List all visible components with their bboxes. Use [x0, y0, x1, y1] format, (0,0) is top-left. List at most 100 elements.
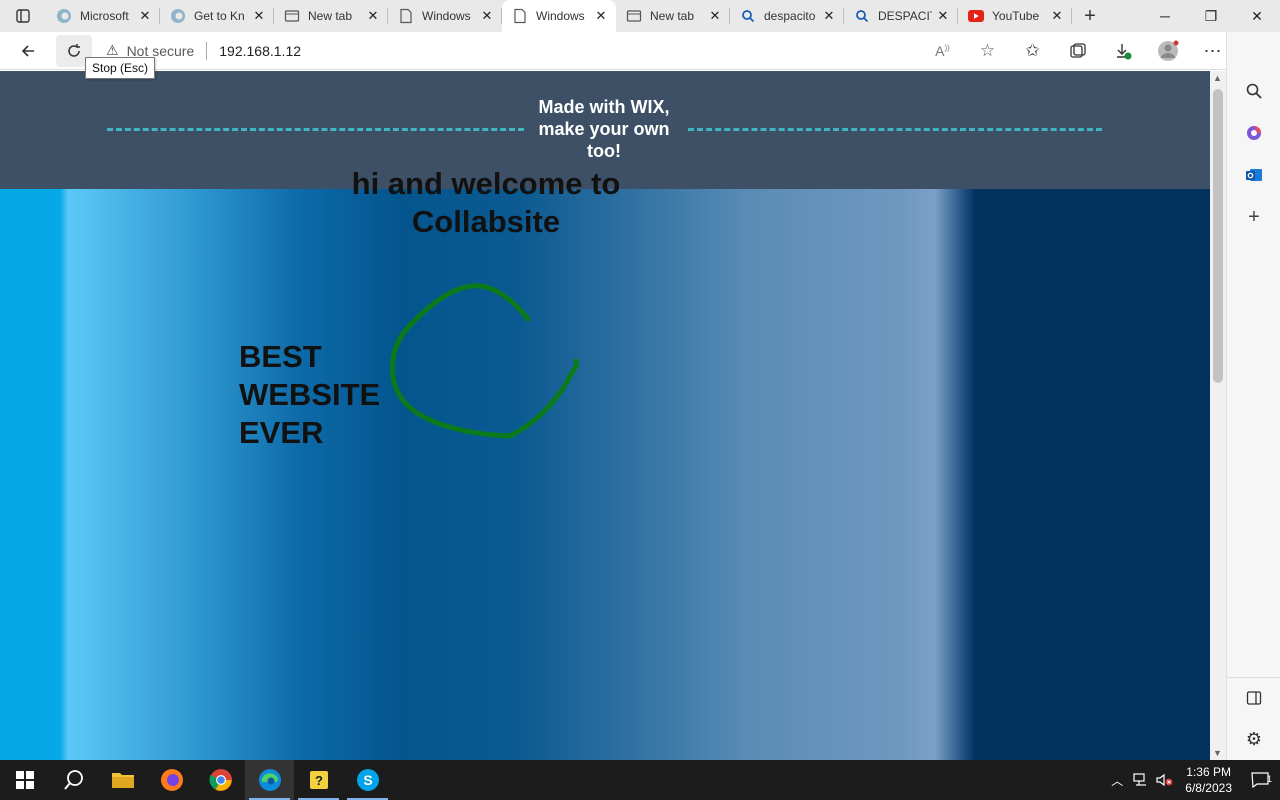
tab-title: New tab — [650, 9, 695, 23]
sidebar-hide-button[interactable] — [1227, 677, 1280, 719]
url-text[interactable]: 192.168.1.12 — [219, 43, 301, 59]
clock-date: 6/8/2023 — [1185, 781, 1232, 795]
sidebar-settings-button[interactable]: ⚙ — [1227, 718, 1280, 760]
clock[interactable]: 1:36 PM 6/8/2023 — [1185, 764, 1232, 796]
youtube-icon — [968, 8, 984, 24]
back-arrow-icon — [21, 44, 34, 57]
more-icon: ⋯ — [1203, 40, 1222, 61]
scroll-thumb[interactable] — [1213, 89, 1223, 383]
outlook-icon — [1246, 169, 1262, 181]
clock-time: 1:36 PM — [1186, 765, 1231, 779]
close-icon: ✕ — [1251, 7, 1263, 24]
read-aloud-button[interactable]: A)) — [920, 35, 965, 67]
start-button[interactable] — [0, 760, 49, 800]
restore-icon: ❐ — [1204, 7, 1218, 24]
wix-banner-text[interactable]: Made with WIX, make your own too! — [523, 96, 685, 162]
page-scrollbar[interactable]: ▲ ▼ — [1210, 71, 1226, 760]
sidebar-office-button[interactable] — [1227, 112, 1280, 154]
minimize-button[interactable]: ─ — [1142, 0, 1188, 32]
avatar-icon — [1157, 40, 1178, 61]
tab-new-tab-2[interactable]: New tab ✕ — [616, 0, 730, 32]
taskbar-tips-app[interactable]: ? — [294, 760, 343, 800]
taskbar-edge[interactable] — [245, 760, 294, 800]
restore-button[interactable]: ❐ — [1188, 0, 1234, 32]
tab-title: Windows — [536, 9, 585, 23]
notification-center-button[interactable]: 1 — [1240, 772, 1280, 788]
close-icon[interactable]: ✕ — [366, 8, 380, 23]
tagline-line: BEST — [239, 339, 322, 374]
sidebar-toggle-icon — [1246, 691, 1262, 705]
tagline-line: WEBSITE — [239, 377, 381, 412]
favorites-button[interactable]: ✩ — [1010, 35, 1055, 67]
scroll-up-icon[interactable]: ▲ — [1213, 73, 1222, 83]
page-icon — [512, 8, 528, 24]
back-button[interactable] — [10, 35, 46, 67]
system-tray: ︿ 1:36 PM 6/8/2023 1 — [1105, 760, 1280, 800]
taskbar-firefox[interactable] — [147, 760, 196, 800]
newtab-icon — [626, 8, 642, 24]
close-icon[interactable]: ✕ — [822, 8, 836, 23]
close-window-button[interactable]: ✕ — [1234, 0, 1280, 32]
close-icon[interactable]: ✕ — [708, 8, 722, 23]
sidebar-outlook-button[interactable] — [1227, 154, 1280, 196]
tab-microsoft[interactable]: Microsoft ✕ — [46, 0, 160, 32]
close-icon[interactable]: ✕ — [1050, 8, 1064, 23]
plus-icon: + — [1248, 205, 1260, 228]
download-icon — [1116, 44, 1131, 60]
tab-title: Microsoft — [80, 9, 129, 23]
firefox-icon — [160, 769, 183, 791]
close-icon[interactable]: ✕ — [480, 8, 494, 23]
network-icon[interactable] — [1129, 773, 1153, 787]
show-hidden-icons[interactable]: ︿ — [1105, 772, 1129, 789]
collections-button[interactable] — [1055, 35, 1100, 67]
edge-icon — [170, 8, 186, 24]
close-icon[interactable]: ✕ — [936, 8, 950, 23]
sidebar-add-button[interactable]: + — [1227, 196, 1280, 238]
profile-button[interactable] — [1145, 35, 1190, 67]
taskbar-file-explorer[interactable] — [98, 760, 147, 800]
close-icon[interactable]: ✕ — [594, 8, 608, 23]
scroll-down-icon[interactable]: ▼ — [1213, 748, 1222, 758]
tab-title: New tab — [308, 9, 353, 23]
tab-windows[interactable]: Windows ✕ — [388, 0, 502, 32]
tagline-line: EVER — [239, 415, 324, 450]
refresh-icon — [68, 43, 80, 57]
folder-icon — [111, 773, 134, 788]
taskbar-skype[interactable]: S — [343, 760, 392, 800]
downloads-button[interactable] — [1100, 35, 1145, 67]
divider — [206, 41, 208, 60]
edge-icon — [258, 769, 281, 791]
page-icon — [398, 8, 414, 24]
search-icon — [63, 770, 83, 790]
taskbar-chrome[interactable] — [196, 760, 245, 800]
close-icon[interactable]: ✕ — [252, 8, 266, 23]
favorites-icon: ✩ — [1025, 41, 1040, 60]
tab-get-to-know[interactable]: Get to Kn ✕ — [160, 0, 274, 32]
tab-despacito-upper[interactable]: DESPACIT ✕ — [844, 0, 958, 32]
add-favorite-button[interactable]: ☆ — [965, 35, 1010, 67]
collections-icon — [1069, 43, 1086, 58]
tab-new-tab[interactable]: New tab ✕ — [274, 0, 388, 32]
tab-actions-button[interactable] — [0, 0, 46, 32]
svg-text:S: S — [363, 772, 372, 788]
windows-taskbar: ? S ︿ 1:36 PM 6/8/2023 1 — [0, 760, 1280, 800]
tips-icon: ? — [309, 771, 328, 789]
browser-toolbar: ⚠ Not secure 192.168.1.12 A)) ☆ ✩ ⋯ — [0, 32, 1280, 70]
volume-muted-icon[interactable] — [1153, 773, 1177, 787]
tab-title: despacito — [764, 9, 816, 23]
tab-title: DESPACIT — [878, 9, 932, 23]
newtab-icon — [284, 8, 300, 24]
tab-youtube[interactable]: YouTube ✕ — [958, 0, 1072, 32]
tab-windows-active[interactable]: Windows ✕ — [502, 0, 616, 32]
tab-actions-icon — [16, 9, 30, 23]
new-tab-button[interactable]: + — [1072, 0, 1108, 32]
edge-sidebar: + ⚙ — [1226, 32, 1280, 760]
search-icon — [1246, 83, 1262, 99]
sidebar-search-button[interactable] — [1227, 70, 1280, 112]
taskbar-search-button[interactable] — [49, 760, 98, 800]
tab-despacito[interactable]: despacito ✕ — [730, 0, 844, 32]
minimize-icon: ─ — [1160, 8, 1170, 24]
close-icon[interactable]: ✕ — [138, 8, 152, 23]
hero-section — [0, 189, 1210, 760]
chevron-up-icon: ︿ — [1111, 773, 1124, 788]
